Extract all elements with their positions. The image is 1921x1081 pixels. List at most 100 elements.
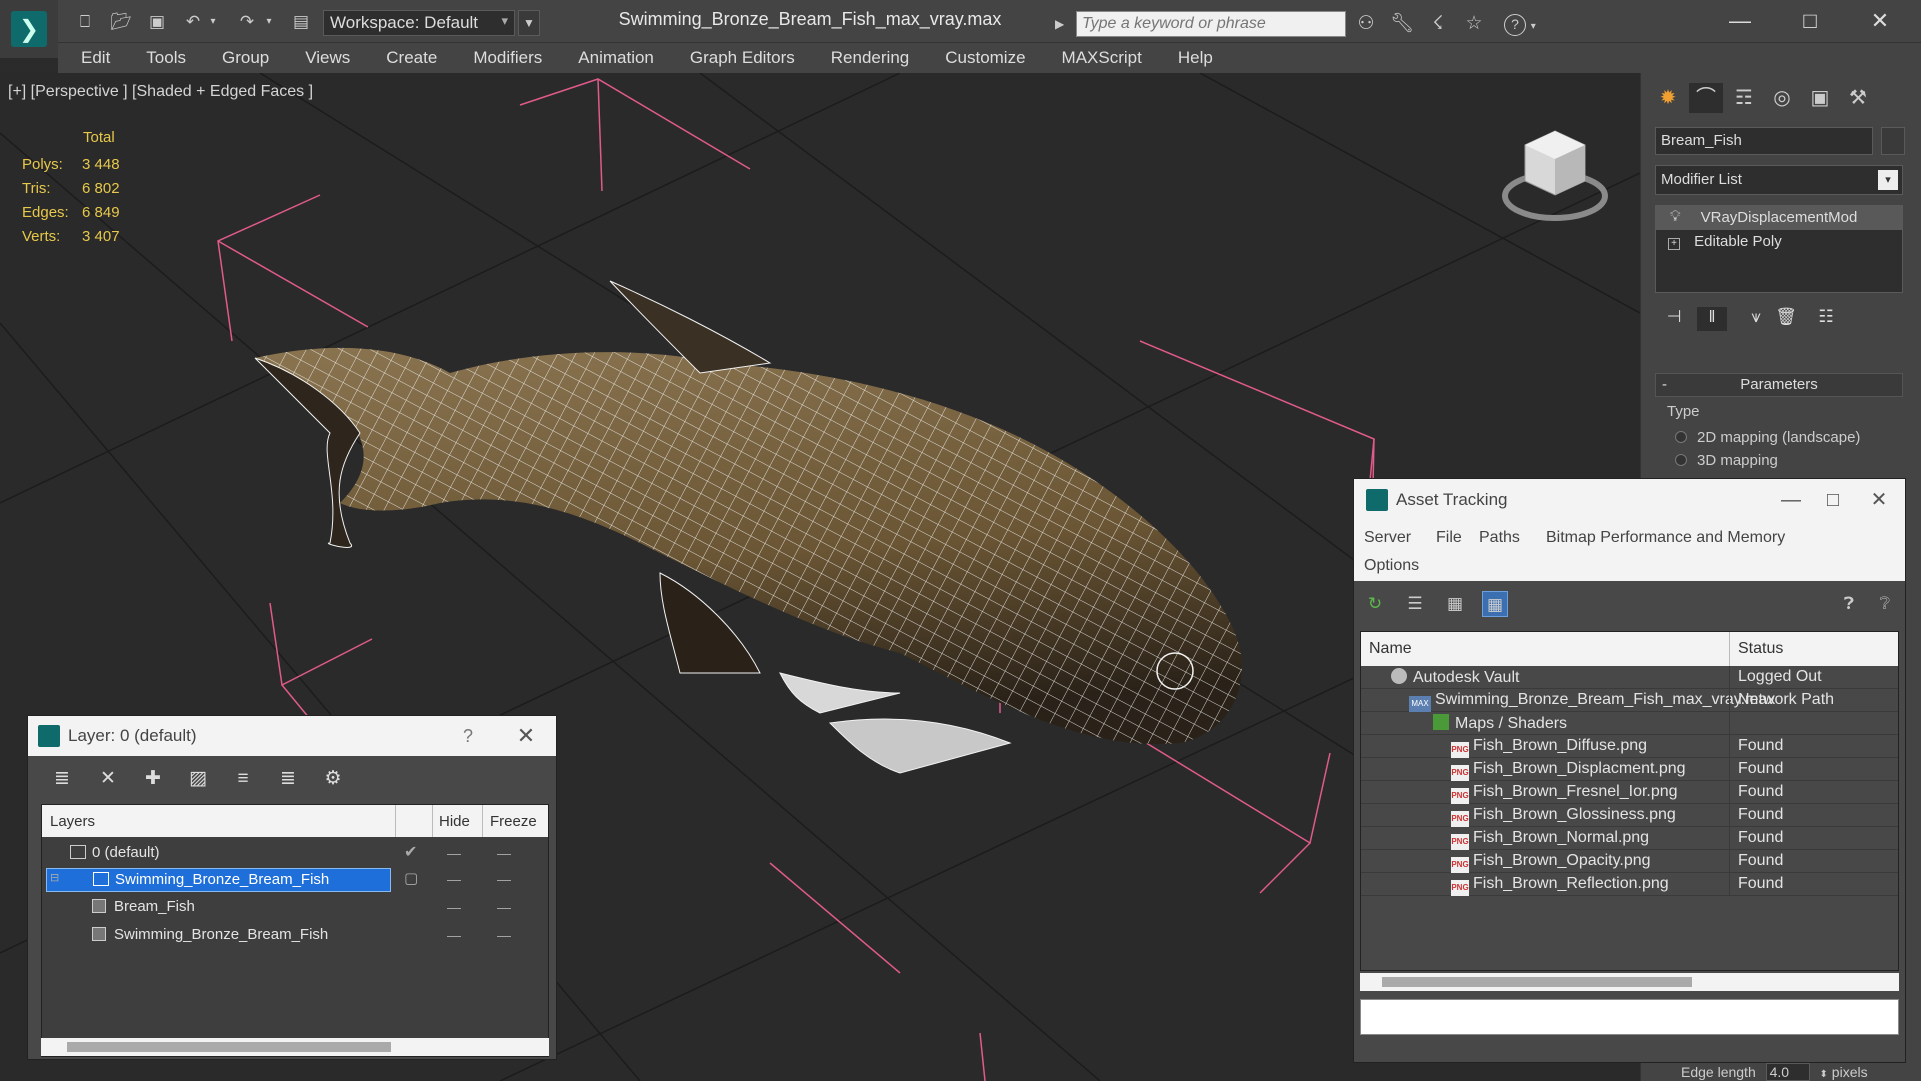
menu-customize[interactable]: Customize	[945, 48, 1025, 68]
hide-toggle[interactable]: —	[447, 899, 461, 915]
save-file-icon[interactable]: ▣	[144, 10, 170, 34]
scrollbar-thumb[interactable]	[67, 1042, 391, 1052]
table-row[interactable]: Autodesk Vault Logged Out	[1361, 666, 1898, 689]
stack-item-vray-displacement[interactable]: 💡︎ VRayDisplacementMod	[1656, 206, 1902, 230]
close-icon[interactable]: ✕	[1859, 485, 1899, 515]
table-row-selected[interactable]: Swimming_Bronze_Bream_Fish ⊟ ▢ — —	[42, 865, 548, 893]
maximize-icon[interactable]: □	[1813, 485, 1853, 515]
table-row[interactable]: PNG Fish_Brown_Displacment.png Found	[1361, 758, 1898, 781]
column-divider[interactable]	[395, 805, 396, 837]
menu-modifiers[interactable]: Modifiers	[473, 48, 542, 68]
edge-length-input[interactable]: 4.0	[1765, 1063, 1810, 1081]
light-bulb-icon[interactable]: 💡︎	[1670, 208, 1681, 225]
asset-path-field[interactable]	[1360, 999, 1899, 1035]
new-file-icon[interactable]: ⎕	[72, 10, 98, 34]
checkmark-icon[interactable]: ✔	[404, 842, 417, 862]
minimize-icon[interactable]: —	[1771, 485, 1811, 515]
redo-icon[interactable]: ↷	[234, 10, 260, 34]
menu-rendering[interactable]: Rendering	[831, 48, 909, 68]
column-divider[interactable]	[482, 805, 483, 837]
help-button[interactable]: ? ▾	[1504, 12, 1552, 36]
viewport-label-menu[interactable]: [+] [Perspective ] [Shaded + Edged Faces…	[8, 83, 313, 101]
column-hide[interactable]: Hide	[439, 813, 470, 830]
search-expand-icon[interactable]: ▶	[1055, 12, 1073, 36]
minimize-icon[interactable]: —	[1715, 6, 1765, 36]
layer-window-titlebar[interactable]: Layer: 0 (default) ? ✕	[28, 716, 556, 756]
create-tab-icon[interactable]: ✹	[1651, 83, 1685, 113]
help-button[interactable]: ?	[450, 722, 486, 750]
key-tools-icon[interactable]: 🔧︎	[1388, 12, 1416, 36]
table-row[interactable]: Maps / Shaders	[1361, 712, 1898, 735]
close-icon[interactable]: ✕	[506, 722, 546, 750]
layer-settings-icon[interactable]: ⚙	[319, 766, 347, 792]
freeze-toggle[interactable]: —	[497, 899, 511, 915]
set-current-icon[interactable]: ▢	[404, 869, 418, 887]
favorites-star-icon[interactable]: ☆	[1460, 12, 1488, 36]
communication-icon[interactable]: ☇	[1424, 12, 1452, 36]
menu-views[interactable]: Views	[305, 48, 350, 68]
column-freeze[interactable]: Freeze	[490, 813, 537, 830]
table-row[interactable]: Swimming_Bronze_Bream_Fish — —	[42, 921, 548, 949]
radio-2d-mapping[interactable]: 2D mapping (landscape)	[1675, 429, 1915, 446]
menu-file[interactable]: File	[1436, 529, 1462, 547]
horizontal-scrollbar[interactable]	[1360, 973, 1899, 991]
select-layer-icon[interactable]: ≡	[229, 766, 257, 792]
remove-modifier-icon[interactable]: 🗑︎	[1771, 307, 1801, 331]
menu-bitmap-performance[interactable]: Bitmap Performance and Memory	[1546, 529, 1785, 547]
scrollbar-thumb[interactable]	[1382, 977, 1692, 987]
table-row[interactable]: Bream_Fish — —	[42, 893, 548, 921]
menu-help[interactable]: Help	[1178, 48, 1213, 68]
search-input[interactable]	[1076, 11, 1346, 37]
modifier-list-dropdown[interactable]: Modifier List ▾	[1655, 165, 1903, 195]
spinner-icon[interactable]: ⬍	[1820, 1069, 1828, 1080]
hide-toggle[interactable]: —	[447, 871, 461, 887]
asset-tracking-titlebar[interactable]: Asset Tracking — □ ✕	[1354, 479, 1905, 523]
delete-layer-icon[interactable]: ✕	[94, 766, 122, 792]
menu-animation[interactable]: Animation	[578, 48, 654, 68]
create-layer-icon[interactable]: ≣	[48, 766, 76, 792]
menu-create[interactable]: Create	[386, 48, 437, 68]
column-divider[interactable]	[1729, 632, 1730, 666]
workspace-menu-icon[interactable]: ▼	[518, 10, 540, 36]
binoculars-icon[interactable]: ⚇	[1352, 12, 1380, 36]
motion-tab-icon[interactable]: ◎	[1765, 83, 1799, 113]
bream-fish-model[interactable]	[254, 280, 1242, 774]
hide-toggle[interactable]: —	[447, 845, 461, 861]
undo-icon[interactable]: ↶	[180, 10, 206, 34]
collapse-minus-icon[interactable]: ⊟	[50, 871, 59, 884]
horizontal-scrollbar[interactable]	[41, 1038, 549, 1056]
table-row[interactable]: PNG Fish_Brown_Normal.png Found	[1361, 827, 1898, 850]
close-icon[interactable]: ✕	[1855, 6, 1905, 36]
app-logo-button[interactable]: ❯	[0, 0, 58, 58]
menu-server[interactable]: Server	[1364, 529, 1411, 547]
list-view-icon[interactable]: ☰	[1402, 591, 1428, 617]
table-row[interactable]: PNG Fish_Brown_Glossiness.png Found	[1361, 804, 1898, 827]
viewcube[interactable]	[1500, 121, 1610, 231]
add-to-layer-icon[interactable]: ✚	[139, 766, 167, 792]
display-tab-icon[interactable]: ▣	[1803, 83, 1837, 113]
set-current-layer-icon[interactable]: ≣	[274, 766, 302, 792]
freeze-toggle[interactable]: —	[497, 871, 511, 887]
refresh-icon[interactable]: ↻	[1362, 591, 1388, 617]
column-name[interactable]: Name	[1369, 640, 1412, 658]
menu-edit[interactable]: Edit	[81, 48, 110, 68]
menu-options[interactable]: Options	[1364, 557, 1419, 575]
configure-sets-icon[interactable]: ☷	[1811, 307, 1841, 331]
show-end-result-icon[interactable]: ‖	[1697, 307, 1727, 331]
table-row[interactable]: 0 (default) ✔ — —	[42, 839, 548, 867]
stack-item-editable-poly[interactable]: + Editable Poly	[1656, 230, 1902, 254]
table-row[interactable]: PNG Fish_Brown_Fresnel_Ior.png Found	[1361, 781, 1898, 804]
open-file-icon[interactable]: 📂︎	[108, 10, 134, 34]
menu-paths[interactable]: Paths	[1479, 529, 1520, 547]
hide-toggle[interactable]: —	[447, 927, 461, 943]
menu-tools[interactable]: Tools	[146, 48, 186, 68]
table-row[interactable]: PNG Fish_Brown_Diffuse.png Found	[1361, 735, 1898, 758]
table-row[interactable]: MAX Swimming_Bronze_Bream_Fish_max_vray.m…	[1361, 689, 1898, 712]
thumbnail-view-icon[interactable]: ▦	[1442, 591, 1468, 617]
help-icon[interactable]: ❓︎	[1836, 591, 1862, 617]
column-divider[interactable]	[432, 805, 433, 837]
maximize-icon[interactable]: □	[1785, 6, 1835, 36]
workspace-dropdown[interactable]: Workspace: Default ▾	[323, 10, 515, 36]
freeze-toggle[interactable]: —	[497, 927, 511, 943]
pin-stack-icon[interactable]: ⊣	[1659, 307, 1689, 331]
